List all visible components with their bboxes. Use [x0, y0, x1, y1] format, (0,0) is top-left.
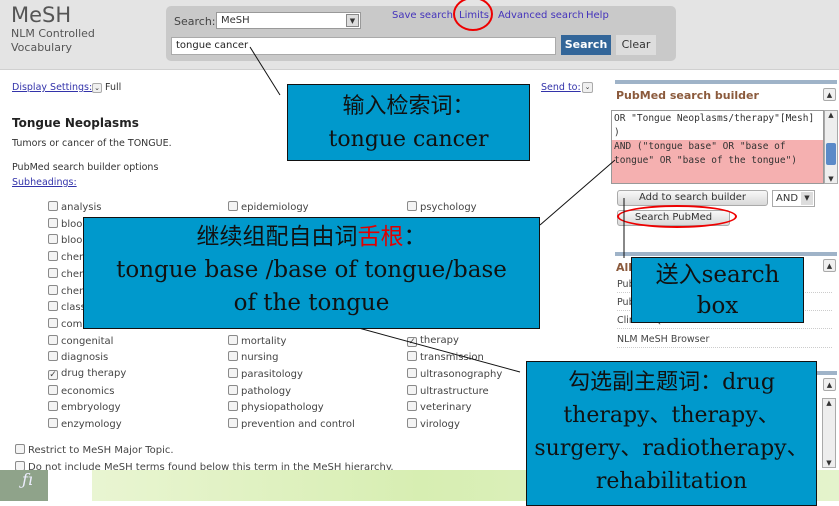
callout-red-text: 舌根: [357, 224, 404, 250]
callout-text: 继续组配自由词: [196, 224, 358, 250]
callout-subheadings: 勾选副主题词：drug therapy、therapy、surgery、radi…: [526, 361, 817, 506]
callout-text: 输入检索词：: [342, 94, 475, 119]
callout-text: tongue cancer: [328, 127, 489, 152]
callout-send-to-box: 送入search box: [631, 257, 804, 323]
callout-free-terms: 继续组配自由词舌根： tongue base /base of tongue/ba…: [83, 217, 540, 329]
callout-text: box: [696, 293, 739, 319]
callout-text: ：: [403, 224, 427, 250]
callout-enter-term: 输入检索词： tongue cancer: [287, 84, 530, 161]
callout-text: 送入search: [655, 262, 780, 288]
callout-text: tongue base /base of tongue/base of the …: [116, 257, 507, 316]
pointer-line: [539, 159, 616, 226]
callout-text: 继续组配自由词舌根：: [104, 221, 519, 254]
pointer-line: [354, 326, 521, 373]
pointer-line: [249, 46, 281, 96]
